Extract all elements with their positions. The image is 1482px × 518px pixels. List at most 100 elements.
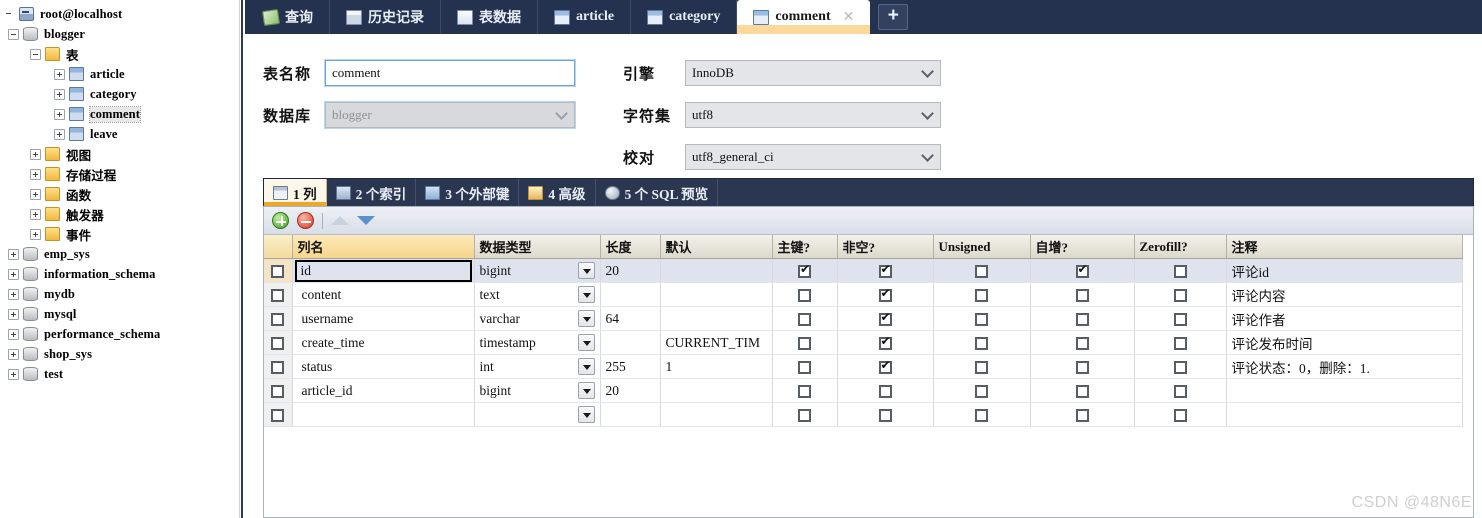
cell-unsigned[interactable] <box>933 354 1031 379</box>
charset-select[interactable]: utf8 <box>685 102 941 128</box>
cell-column-name[interactable]: create_time <box>292 330 475 355</box>
object-tree-sidebar[interactable]: root@localhost blogger 表 article category com… <box>0 0 240 518</box>
cell-comment[interactable]: 评论内容 <box>1226 282 1463 307</box>
zerofill-checkbox[interactable] <box>1173 288 1187 302</box>
subtab-columns[interactable]: 1 列 <box>264 179 327 206</box>
table-name-input[interactable]: comment <box>324 59 576 87</box>
unsigned-checkbox[interactable] <box>975 384 988 398</box>
auto-increment-checkbox[interactable] <box>1075 336 1089 350</box>
column-header-7[interactable]: 自增? <box>1030 235 1135 259</box>
auto-increment-checkbox[interactable] <box>1075 288 1089 302</box>
cell-primary-key[interactable] <box>772 258 838 283</box>
cell-not-null[interactable] <box>837 282 934 307</box>
auto-increment-checkbox[interactable] <box>1075 263 1089 278</box>
column-header-0[interactable]: 列名 <box>292 235 475 259</box>
cell-unsigned[interactable] <box>933 306 1031 331</box>
delete-column-button[interactable] <box>297 212 314 229</box>
cell-primary-key[interactable] <box>772 354 838 379</box>
cell-zerofill[interactable] <box>1134 402 1227 427</box>
cell-primary-key[interactable] <box>772 402 838 427</box>
expand-icon[interactable] <box>8 368 19 380</box>
zerofill-checkbox[interactable] <box>1173 360 1187 374</box>
move-up-icon[interactable] <box>331 216 349 225</box>
tree-node-node7[interactable]: 视图 <box>0 144 239 164</box>
cell-unsigned[interactable] <box>933 330 1031 355</box>
row-checkbox[interactable] <box>271 312 285 326</box>
columns-toolbar[interactable] <box>264 207 1473 235</box>
subtab-foreign-key[interactable]: 3 个外部键 <box>416 179 520 206</box>
not-null-checkbox[interactable] <box>878 359 892 374</box>
cell-not-null[interactable] <box>837 378 934 403</box>
zerofill-checkbox[interactable] <box>1173 336 1187 350</box>
tab-category[interactable]: category <box>631 0 738 34</box>
designer-sub-tabs[interactable]: 1 列 2 个索引 3 个外部键 4 高级 5 个 SQL 预览 <box>263 178 1474 206</box>
cell-auto-increment[interactable] <box>1030 378 1135 403</box>
cell-length[interactable] <box>600 330 661 355</box>
tree-node-performance_schema[interactable]: performance_schema <box>0 324 239 344</box>
table-row[interactable]: username varchar 64 评论作者 <box>264 306 1463 331</box>
editor-tab-bar[interactable]: 查询 历史记录 表数据 article category comment ✕ + <box>245 0 1482 34</box>
expand-icon[interactable] <box>30 148 41 160</box>
tree-node-comment[interactable]: comment <box>0 104 239 124</box>
tree-node-emp_sys[interactable]: emp_sys <box>0 244 239 264</box>
cell-auto-increment[interactable] <box>1030 306 1135 331</box>
data-type-dropdown-icon[interactable] <box>577 286 595 303</box>
column-header-9[interactable]: 注释 <box>1226 235 1463 259</box>
cell-column-name[interactable]: username <box>292 306 475 331</box>
primary-key-checkbox[interactable] <box>798 384 811 398</box>
expand-icon[interactable] <box>54 88 65 100</box>
column-header-6[interactable]: Unsigned <box>933 235 1031 259</box>
cell-default[interactable] <box>660 258 773 283</box>
cell-primary-key[interactable] <box>772 306 838 331</box>
auto-increment-checkbox[interactable] <box>1075 408 1089 422</box>
primary-key-checkbox[interactable] <box>798 312 811 326</box>
unsigned-checkbox[interactable] <box>975 360 988 374</box>
expand-icon[interactable] <box>30 168 41 180</box>
cell-length[interactable]: 255 <box>600 354 661 379</box>
tree-node-node10[interactable]: 触发器 <box>0 204 239 224</box>
row-checkbox[interactable] <box>271 336 285 350</box>
cell-default[interactable] <box>660 378 773 403</box>
table-row[interactable]: id bigint 20 评论id <box>264 258 1463 283</box>
expand-icon[interactable] <box>54 108 65 120</box>
data-type-dropdown-icon[interactable] <box>577 358 595 375</box>
cell-default[interactable] <box>660 282 773 307</box>
cell-column-name[interactable]: status <box>292 354 475 379</box>
cell-zerofill[interactable] <box>1134 306 1227 331</box>
cell-length[interactable]: 20 <box>600 378 661 403</box>
cell-data-type[interactable]: timestamp <box>474 330 601 355</box>
unsigned-checkbox[interactable] <box>975 288 988 302</box>
row-checkbox[interactable] <box>271 408 285 422</box>
primary-key-checkbox[interactable] <box>798 336 811 350</box>
cell-comment[interactable]: 评论作者 <box>1226 306 1463 331</box>
expand-icon[interactable] <box>54 128 65 140</box>
tree-node-node11[interactable]: 事件 <box>0 224 239 244</box>
cell-default[interactable]: CURRENT_TIM <box>660 330 773 355</box>
zerofill-checkbox[interactable] <box>1173 264 1187 278</box>
cell-primary-key[interactable] <box>772 330 838 355</box>
cell-not-null[interactable] <box>837 402 934 427</box>
primary-key-checkbox[interactable] <box>798 263 811 278</box>
cell-length[interactable] <box>600 282 661 307</box>
expand-icon[interactable] <box>8 248 19 260</box>
table-row[interactable]: create_time timestamp CURRENT_TIM 评论发布时间 <box>264 330 1463 355</box>
table-row[interactable]: content text 评论内容 <box>264 282 1463 307</box>
table-row[interactable]: article_id bigint 20 <box>264 378 1463 403</box>
table-row[interactable]: status int 2551 评论状态：0，删除：1. <box>264 354 1463 379</box>
zerofill-checkbox[interactable] <box>1173 384 1187 398</box>
cell-length[interactable] <box>600 402 661 427</box>
cell-primary-key[interactable] <box>772 378 838 403</box>
row-select-cell[interactable] <box>264 402 293 427</box>
tree-node-mydb[interactable]: mydb <box>0 284 239 304</box>
cell-data-type[interactable]: int <box>474 354 601 379</box>
collapse-icon[interactable] <box>30 48 41 60</box>
column-header-1[interactable]: 数据类型 <box>474 235 601 259</box>
close-icon[interactable]: ✕ <box>843 9 855 26</box>
unsigned-checkbox[interactable] <box>975 312 988 326</box>
cell-default[interactable] <box>660 306 773 331</box>
zerofill-checkbox[interactable] <box>1173 408 1187 422</box>
primary-key-checkbox[interactable] <box>798 360 811 374</box>
tab-[interactable]: 历史记录 <box>330 0 441 34</box>
tree-node-test[interactable]: test <box>0 364 239 384</box>
cell-data-type[interactable]: bigint <box>474 258 601 283</box>
